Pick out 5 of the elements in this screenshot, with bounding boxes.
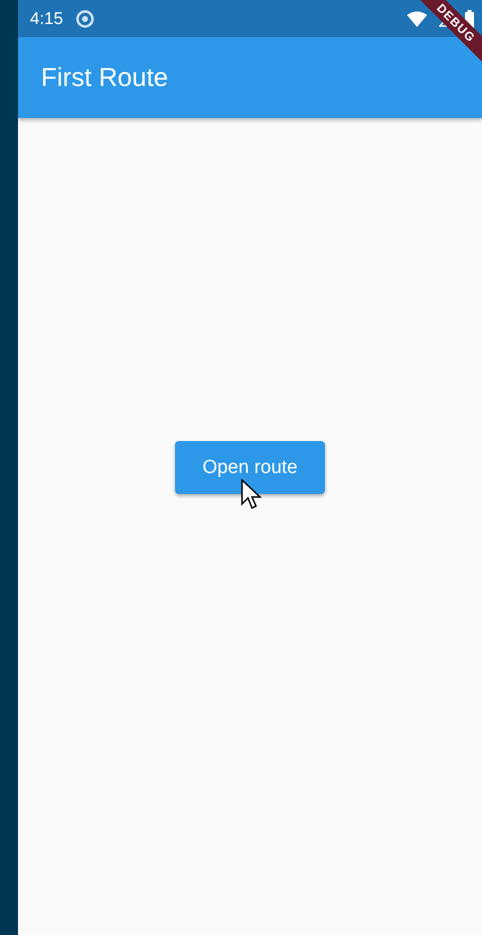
app-bar-title: First Route — [41, 62, 168, 93]
wifi-icon — [407, 10, 427, 26]
circle-icon — [75, 8, 96, 28]
mouse-pointer-icon — [241, 479, 263, 511]
status-time: 4:15 — [30, 8, 64, 28]
